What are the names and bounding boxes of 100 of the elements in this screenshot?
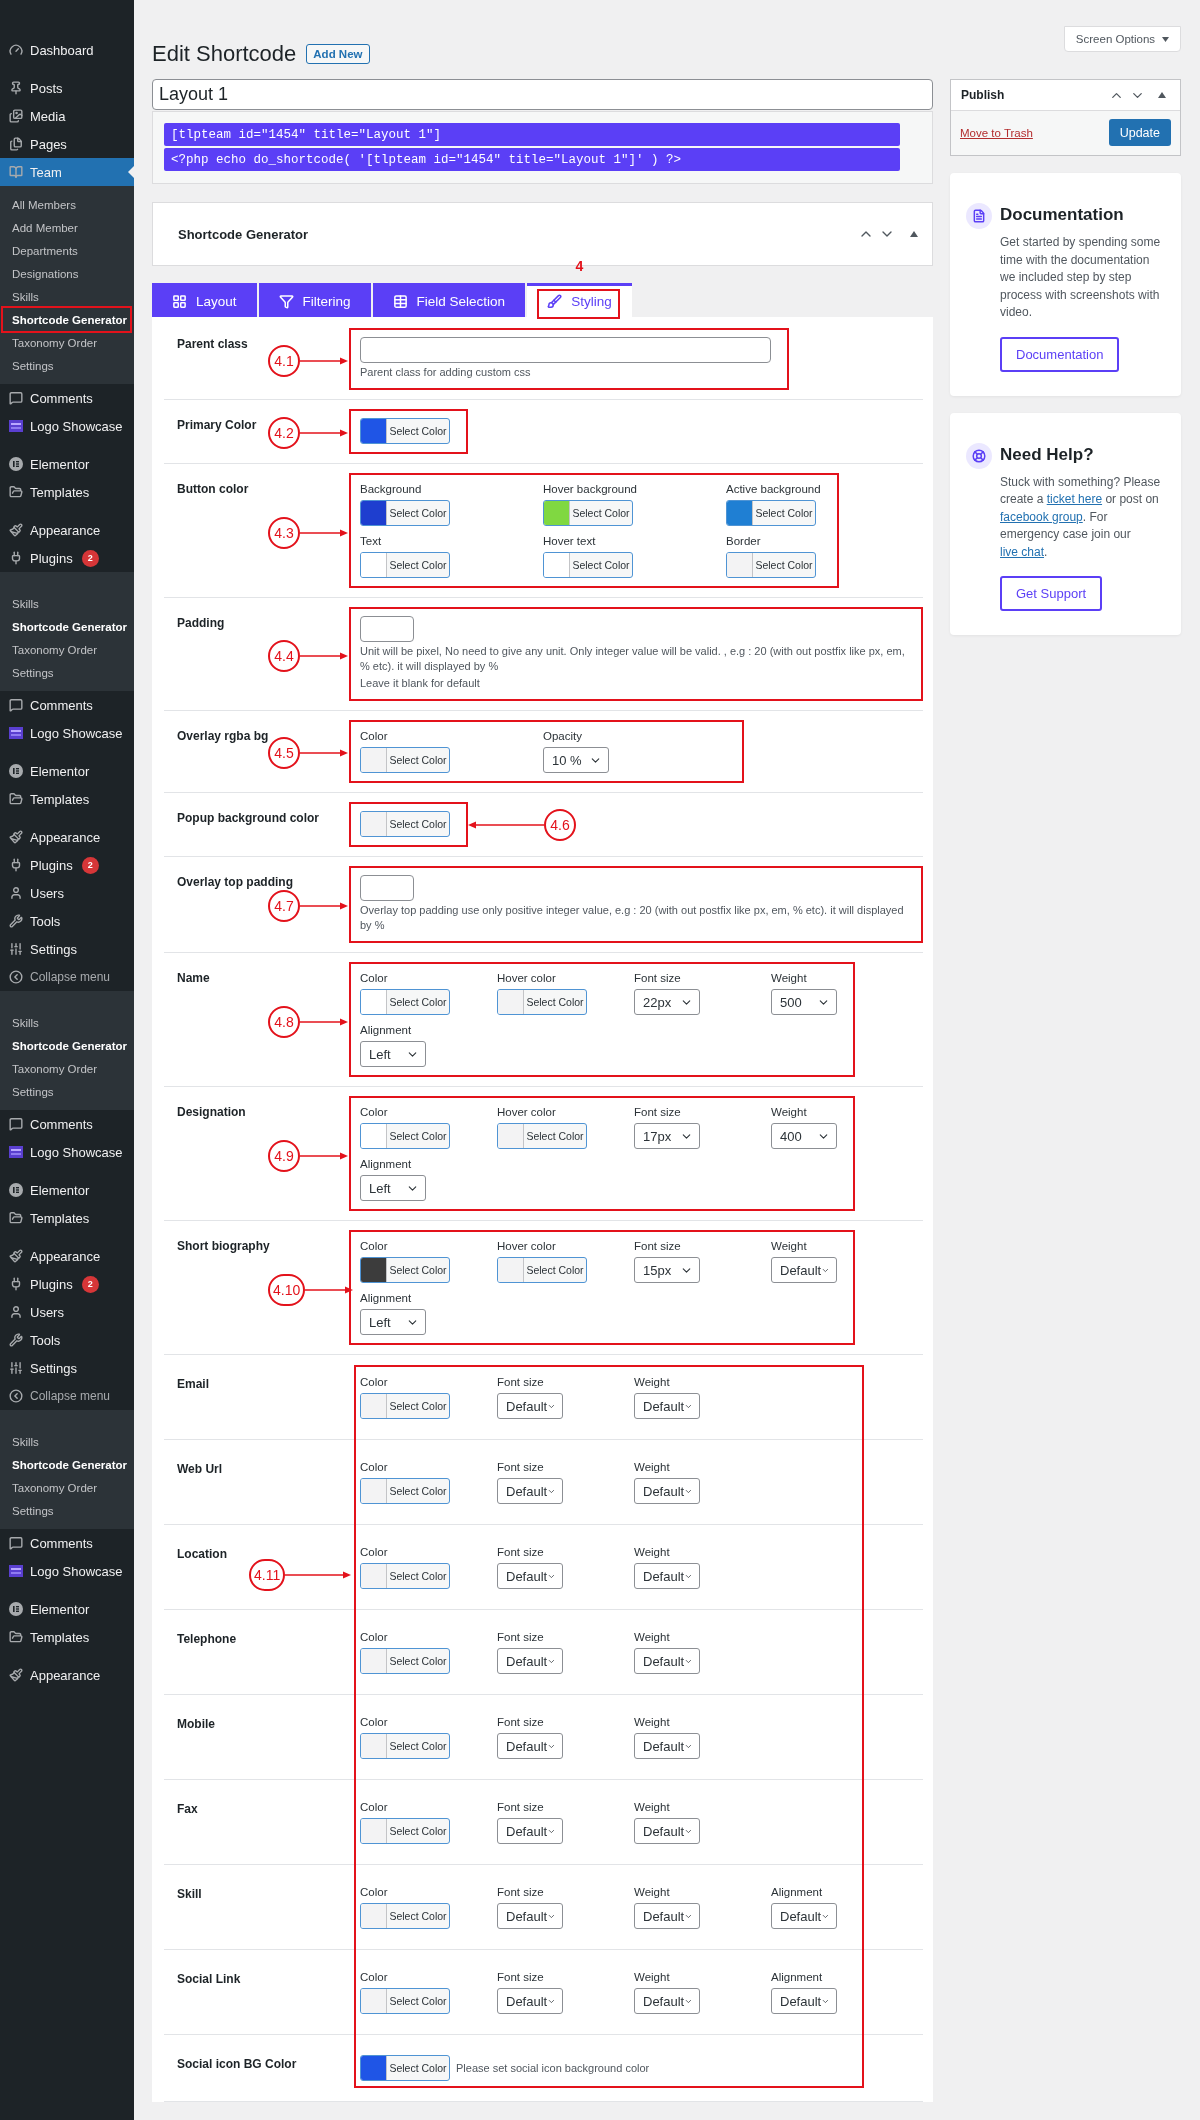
tab[interactable]: Field Selection (372, 283, 526, 317)
color-picker-button[interactable]: Select Color (360, 1563, 450, 1589)
menu-item[interactable]: Comments (0, 1110, 134, 1138)
color-picker-button[interactable]: Select Color (360, 1648, 450, 1674)
dropdown[interactable]: 17px (634, 1123, 700, 1149)
menu-item[interactable]: Plugins 2 (0, 851, 134, 879)
color-picker-button[interactable]: Select Color (726, 500, 816, 526)
color-picker-button[interactable]: Select Color (360, 1733, 450, 1759)
menu-item[interactable]: Posts (0, 74, 134, 102)
color-picker-button[interactable]: Select Color (360, 1818, 450, 1844)
color-picker-button[interactable]: Select Color (497, 989, 587, 1015)
dropdown[interactable]: Default (771, 1903, 837, 1929)
card-button[interactable]: Get Support (1000, 576, 1103, 611)
submenu-item[interactable]: Settings (3, 354, 130, 377)
color-picker-button[interactable]: Select Color (497, 1123, 587, 1149)
submenu-item[interactable]: Skills (3, 1011, 130, 1034)
menu-item[interactable]: Elementor (0, 450, 134, 478)
number-field[interactable] (360, 616, 414, 642)
menu-item[interactable]: Plugins 2 (0, 544, 134, 572)
submenu-item[interactable]: Designations (3, 262, 130, 285)
title-field[interactable]: Layout 1 (152, 79, 933, 110)
menu-item[interactable]: Appearance (0, 1242, 134, 1270)
menu-item[interactable]: Team (0, 158, 134, 186)
menu-item[interactable]: Settings (0, 1354, 134, 1382)
color-picker-button[interactable]: Select Color (360, 2055, 450, 2081)
color-picker-button[interactable]: Select Color (360, 811, 450, 837)
dropdown[interactable]: 15px (634, 1257, 700, 1283)
triangle-icon[interactable] (910, 231, 918, 237)
submenu-item[interactable]: Settings (3, 1080, 130, 1103)
menu-item[interactable]: Comments (0, 384, 134, 412)
color-picker-button[interactable]: Select Color (543, 500, 633, 526)
submenu-item[interactable]: Departments (3, 239, 130, 262)
trash-link[interactable]: Move to Trash (960, 126, 1033, 139)
submenu-item[interactable]: Taxonomy Order (3, 1476, 130, 1499)
menu-item[interactable]: Settings (0, 935, 134, 963)
dropdown[interactable]: Default (634, 1903, 700, 1929)
submenu-item[interactable]: Add Member (3, 216, 130, 239)
menu-item[interactable]: Templates (0, 785, 134, 813)
menu-item[interactable]: Comments (0, 691, 134, 719)
dropdown[interactable]: Default (634, 1818, 700, 1844)
dropdown[interactable]: 400 (771, 1123, 837, 1149)
submenu-item[interactable]: Skills (3, 1430, 130, 1453)
dropdown[interactable]: Default (497, 1648, 563, 1674)
dropdown[interactable]: Default (497, 1988, 563, 2014)
submenu-item[interactable]: Shortcode Generator (3, 1034, 130, 1057)
triangle-icon[interactable] (1158, 92, 1166, 98)
collapse-menu-button[interactable]: Collapse menu (0, 963, 134, 991)
menu-item[interactable]: Elementor (0, 1595, 134, 1623)
tab[interactable]: Filtering (258, 283, 371, 317)
dropdown[interactable]: Default (497, 1563, 563, 1589)
dropdown[interactable]: Default (771, 1988, 837, 2014)
menu-item[interactable]: Users (0, 879, 134, 907)
menu-item[interactable]: Tools (0, 1326, 134, 1354)
color-picker-button[interactable]: Select Color (360, 552, 450, 578)
color-picker-button[interactable]: Select Color (360, 1257, 450, 1283)
menu-item[interactable]: Logo Showcase (0, 719, 134, 747)
dropdown[interactable]: Default (497, 1478, 563, 1504)
color-picker-button[interactable]: Select Color (360, 500, 450, 526)
submenu-item[interactable]: Shortcode Generator (3, 308, 130, 331)
color-picker-button[interactable]: Select Color (360, 1123, 450, 1149)
menu-item[interactable]: Appearance (0, 823, 134, 851)
color-picker-button[interactable]: Select Color (360, 989, 450, 1015)
screen-options-button[interactable]: Screen Options (1064, 26, 1181, 52)
menu-item[interactable]: Dashboard (0, 36, 134, 64)
color-picker-button[interactable]: Select Color (543, 552, 633, 578)
update-button[interactable]: Update (1108, 119, 1171, 146)
dropdown[interactable]: 500 (771, 989, 837, 1015)
number-field[interactable] (360, 875, 414, 901)
color-picker-button[interactable]: Select Color (497, 1257, 587, 1283)
text-link[interactable]: facebook group (1000, 509, 1083, 524)
menu-item[interactable]: Comments (0, 1529, 134, 1557)
color-picker-button[interactable]: Select Color (360, 1988, 450, 2014)
submenu-item[interactable]: Settings (3, 1499, 130, 1522)
color-picker-button[interactable]: Select Color (726, 552, 816, 578)
dropdown[interactable]: 10 % (543, 747, 609, 773)
submenu-item[interactable]: Skills (3, 592, 130, 615)
dropdown[interactable]: Left (360, 1041, 426, 1067)
dropdown[interactable]: 22px (634, 989, 700, 1015)
submenu-item[interactable]: Shortcode Generator (3, 1453, 130, 1476)
menu-item[interactable]: Pages (0, 130, 134, 158)
add-new-button[interactable]: Add New (306, 44, 370, 64)
menu-item[interactable]: Templates (0, 478, 134, 506)
menu-item[interactable]: Tools (0, 907, 134, 935)
color-picker-button[interactable]: Select Color (360, 1393, 450, 1419)
dropdown[interactable]: Default (634, 1563, 700, 1589)
dropdown[interactable]: Default (634, 1988, 700, 2014)
menu-item[interactable]: Logo Showcase (0, 1138, 134, 1166)
dropdown[interactable]: Left (360, 1175, 426, 1201)
dropdown[interactable]: Default (497, 1733, 563, 1759)
submenu-item[interactable]: Settings (3, 661, 130, 684)
dropdown[interactable]: Default (497, 1818, 563, 1844)
dropdown[interactable]: Default (634, 1478, 700, 1504)
menu-item[interactable]: Templates (0, 1204, 134, 1232)
collapse-menu-button[interactable]: Collapse menu (0, 1382, 134, 1410)
menu-item[interactable]: Templates (0, 1623, 134, 1651)
tab[interactable]: Layout (152, 283, 257, 317)
dropdown[interactable]: Default (634, 1733, 700, 1759)
menu-item[interactable]: Appearance (0, 516, 134, 544)
color-picker-button[interactable]: Select Color (360, 1903, 450, 1929)
color-picker-button[interactable]: Select Color (360, 747, 450, 773)
